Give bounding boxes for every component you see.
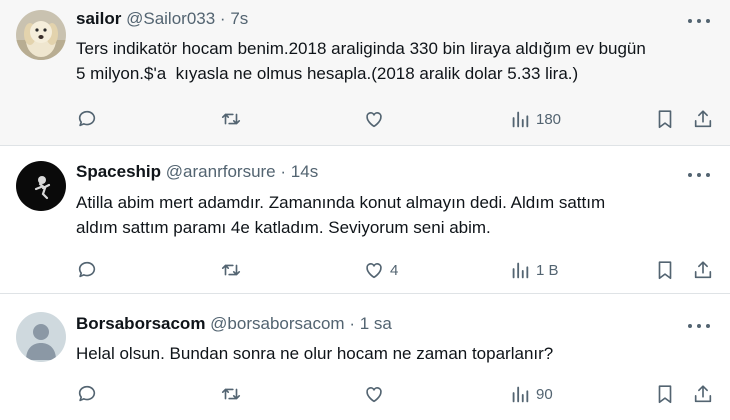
bookmark-button[interactable] [654, 107, 676, 131]
like-button[interactable] [363, 107, 390, 131]
separator-dot: · [280, 162, 287, 181]
tweet[interactable]: Borsaborsacom @borsaborsacom · 1 sa Hela… [0, 294, 730, 420]
views-icon [512, 262, 529, 279]
tweet-header: Spaceship @aranrforsure · 14s [76, 161, 318, 183]
like-count: 4 [390, 261, 399, 279]
reply-button[interactable] [76, 107, 98, 131]
tweet-header: Borsaborsacom @borsaborsacom · 1 sa [76, 313, 392, 335]
share-icon [694, 261, 712, 279]
tweet-text: Atilla abim mert adamdır. Zamanında konu… [76, 193, 606, 237]
bookmark-icon [658, 261, 672, 280]
views-button[interactable]: 180 [509, 107, 561, 131]
tweet-text: Helal olsun. Bundan sonra ne olur hocam … [76, 344, 554, 363]
heart-icon [366, 263, 382, 279]
user-handle[interactable]: @aranrforsure [166, 162, 276, 181]
user-handle[interactable]: @Sailor033 [126, 9, 215, 28]
retweet-icon [221, 388, 241, 400]
tweet-actions: 4 1 B [76, 258, 716, 282]
separator-dot: · [219, 9, 226, 28]
bookmark-icon [658, 385, 672, 404]
retweet-icon [221, 264, 241, 276]
view-count: 180 [536, 110, 562, 128]
reply-icon [78, 261, 96, 278]
tweet-actions: 180 [76, 107, 716, 131]
views-icon [512, 386, 529, 403]
views-icon [512, 111, 529, 128]
like-button[interactable] [363, 382, 390, 406]
heart-icon [366, 112, 382, 128]
share-icon [694, 385, 712, 403]
tweet[interactable]: Spaceship @aranrforsure · 14s Atilla abi… [0, 146, 730, 294]
timestamp[interactable]: 7s [230, 9, 248, 28]
reply-icon [78, 110, 96, 127]
more-icon[interactable] [688, 168, 712, 182]
share-button[interactable] [692, 382, 714, 406]
bookmark-button[interactable] [654, 382, 676, 406]
tweet[interactable]: sailor @Sailor033 · 7s Ters indikatör ho… [0, 0, 730, 146]
timestamp[interactable]: 1 sa [360, 314, 392, 333]
avatar[interactable] [16, 10, 66, 60]
tweet-header: sailor @Sailor033 · 7s [76, 8, 248, 30]
share-button[interactable] [692, 107, 714, 131]
reply-button[interactable] [76, 382, 98, 406]
retweet-button[interactable] [220, 258, 242, 282]
like-button[interactable]: 4 [363, 258, 398, 282]
display-name[interactable]: sailor [76, 9, 121, 28]
view-count: 90 [536, 385, 553, 403]
display-name[interactable]: Spaceship [76, 162, 161, 181]
views-button[interactable]: 1 B [509, 258, 559, 282]
user-handle[interactable]: @borsaborsacom [210, 314, 344, 333]
share-icon [694, 110, 712, 128]
bookmark-icon [658, 110, 672, 129]
retweet-button[interactable] [220, 107, 242, 131]
reply-icon [78, 385, 96, 402]
tweet-text: Ters indikatör hocam benim.2018 araligin… [76, 39, 646, 83]
separator-dot: · [349, 314, 356, 333]
retweet-button[interactable] [220, 382, 242, 406]
view-count: 1 B [536, 261, 559, 279]
tweet-actions: 90 [76, 382, 716, 406]
more-icon[interactable] [688, 14, 712, 28]
views-button[interactable]: 90 [509, 382, 553, 406]
avatar[interactable] [16, 312, 66, 362]
timestamp[interactable]: 14s [291, 162, 318, 181]
avatar[interactable] [16, 161, 66, 211]
retweet-icon [221, 113, 241, 125]
dog-avatar-image [16, 10, 66, 60]
astronaut-avatar-image [16, 161, 66, 211]
reply-button[interactable] [76, 258, 98, 282]
bookmark-button[interactable] [654, 258, 676, 282]
share-button[interactable] [692, 258, 714, 282]
display-name[interactable]: Borsaborsacom [76, 314, 205, 333]
default-avatar-image [16, 312, 66, 362]
heart-icon [366, 387, 382, 403]
more-icon[interactable] [688, 319, 712, 333]
